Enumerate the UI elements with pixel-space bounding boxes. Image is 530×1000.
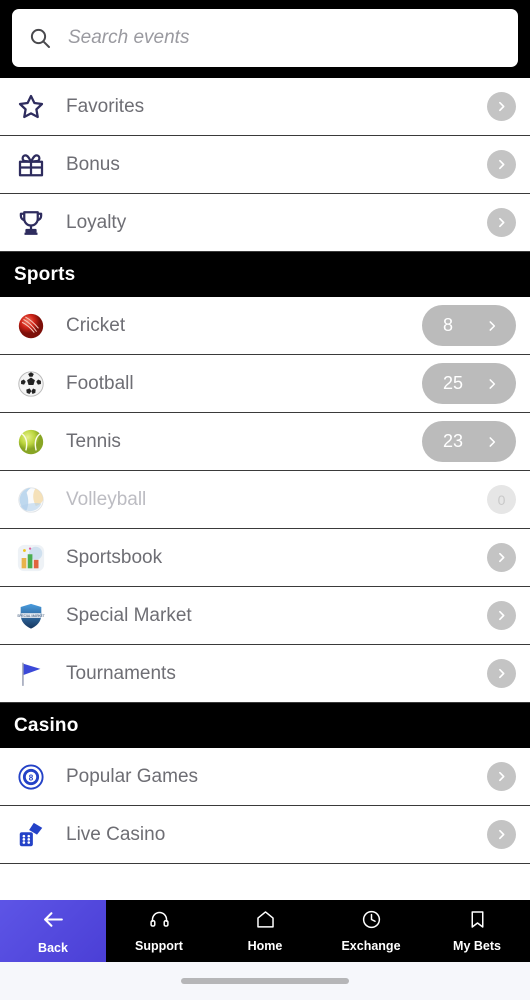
nav-item-back[interactable]: Back	[0, 900, 106, 962]
menu-row-loyalty[interactable]: Loyalty	[0, 194, 530, 252]
clock-icon	[361, 909, 382, 935]
menu-row-label: Tennis	[66, 430, 121, 452]
menu-row-label: Special Market	[66, 604, 192, 626]
chevron-right-icon[interactable]	[487, 762, 516, 791]
event-count-pill[interactable]: 23	[422, 421, 516, 462]
bottom-navigation: Back Support Home Exchange My Bets	[0, 900, 530, 962]
menu-row-special-market[interactable]: SPECIAL MARKET Special Market	[0, 587, 530, 645]
event-count: 25	[443, 373, 464, 393]
home-indicator[interactable]	[181, 978, 349, 984]
cricket-ball-icon	[14, 309, 48, 343]
menu-row-tournaments[interactable]: Tournaments	[0, 645, 530, 703]
tennis-ball-icon	[14, 425, 48, 459]
menu-row-label: Sportsbook	[66, 546, 163, 568]
event-count-badge: 0	[487, 485, 516, 514]
menu-row-label: Football	[66, 372, 134, 394]
soccer-ball-icon	[14, 367, 48, 401]
nav-item-label: Support	[135, 939, 183, 953]
menu-row-tennis[interactable]: Tennis 23	[0, 413, 530, 471]
event-count-pill[interactable]: 25	[422, 363, 516, 404]
menu-row-label: Live Casino	[66, 823, 166, 845]
menu-row-sportsbook[interactable]: Sportsbook	[0, 529, 530, 587]
chevron-right-icon[interactable]	[487, 820, 516, 849]
svg-text:8: 8	[29, 773, 34, 782]
menu-row-football[interactable]: Football 25	[0, 355, 530, 413]
chevron-right-icon[interactable]	[487, 208, 516, 237]
search-input[interactable]	[68, 27, 502, 49]
trophy-icon	[14, 206, 48, 240]
star-icon	[14, 90, 48, 124]
nav-item-label: My Bets	[453, 939, 501, 953]
chevron-right-icon[interactable]	[487, 601, 516, 630]
menu-row-label: Tournaments	[66, 662, 176, 684]
sportsbook-icon	[14, 541, 48, 575]
headset-icon	[149, 909, 170, 935]
mobile-app-screen: Favorites Bonus	[0, 0, 530, 1000]
chevron-right-icon[interactable]	[487, 659, 516, 688]
nav-item-home[interactable]: Home	[212, 900, 318, 962]
nav-item-support[interactable]: Support	[106, 900, 212, 962]
menu-row-live-casino[interactable]: Live Casino	[0, 806, 530, 864]
menu-row-label: Loyalty	[66, 211, 127, 233]
shield-icon: SPECIAL MARKET	[14, 599, 48, 633]
search-box[interactable]	[12, 9, 518, 67]
menu-row-cricket[interactable]: Cricket 8	[0, 297, 530, 355]
menu-row-bonus[interactable]: Bonus	[0, 136, 530, 194]
menu-row-label: Popular Games	[66, 765, 199, 787]
home-icon	[255, 909, 276, 935]
section-header-sports: Sports	[0, 252, 530, 297]
chevron-right-icon[interactable]	[487, 150, 516, 179]
search-icon	[28, 26, 52, 50]
dice-icon	[14, 818, 48, 852]
home-indicator-area	[0, 962, 530, 1000]
menu-row-favorites[interactable]: Favorites	[0, 78, 530, 136]
search-bar	[0, 0, 530, 78]
section-header-casino: Casino	[0, 703, 530, 748]
menu-row-label: Volleyball	[66, 488, 147, 510]
svg-text:SPECIAL MARKET: SPECIAL MARKET	[17, 613, 44, 617]
volleyball-icon	[14, 483, 48, 517]
event-count-pill[interactable]: 8	[422, 305, 516, 346]
event-count: 8	[443, 315, 454, 335]
nav-item-my-bets[interactable]: My Bets	[424, 900, 530, 962]
arrow-left-icon	[41, 907, 66, 937]
nav-item-label: Back	[38, 941, 68, 955]
gift-icon	[14, 148, 48, 182]
menu-row-label: Cricket	[66, 314, 126, 336]
nav-item-exchange[interactable]: Exchange	[318, 900, 424, 962]
nav-item-label: Exchange	[341, 939, 401, 953]
menu-row-popular-games[interactable]: 8 Popular Games	[0, 748, 530, 806]
flag-icon	[14, 657, 48, 691]
event-count: 23	[443, 431, 464, 451]
menu-row-volleyball[interactable]: Volleyball 0	[0, 471, 530, 529]
event-count: 0	[497, 491, 506, 508]
chevron-right-icon[interactable]	[487, 543, 516, 572]
chevron-right-icon[interactable]	[487, 92, 516, 121]
menu-row-label: Bonus	[66, 153, 120, 175]
menu-row-label: Favorites	[66, 95, 145, 117]
eight-ball-icon: 8	[14, 760, 48, 794]
menu-list: Favorites Bonus Loyalty Sports Cricket 8…	[0, 78, 530, 900]
bookmark-icon	[467, 909, 488, 935]
nav-item-label: Home	[247, 939, 283, 953]
